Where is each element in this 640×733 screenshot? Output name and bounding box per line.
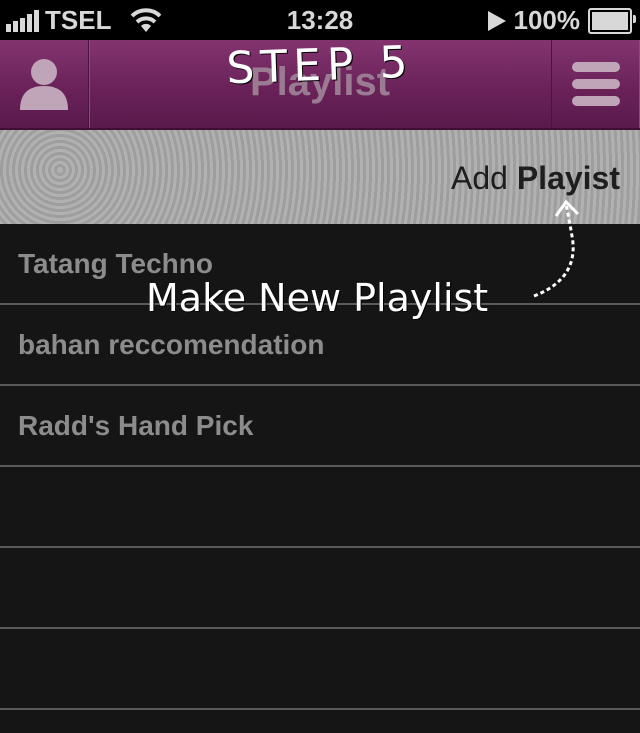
list-item[interactable]: Radd's Hand Pick <box>0 386 640 467</box>
play-icon <box>487 10 506 31</box>
annotation-arrow-icon <box>533 199 580 298</box>
list-item[interactable] <box>0 467 640 548</box>
note-annotation: Make New Playlist <box>146 276 489 320</box>
add-playlist-bold: Playist <box>516 160 620 196</box>
list-item[interactable] <box>0 548 640 629</box>
add-playlist-prefix: Add <box>451 160 508 196</box>
playlist-name: bahan reccomendation <box>18 329 325 360</box>
add-playlist-button[interactable]: Add Playist <box>451 160 620 197</box>
list-item[interactable] <box>0 629 640 710</box>
playlist-name: Radd's Hand Pick <box>18 410 254 441</box>
